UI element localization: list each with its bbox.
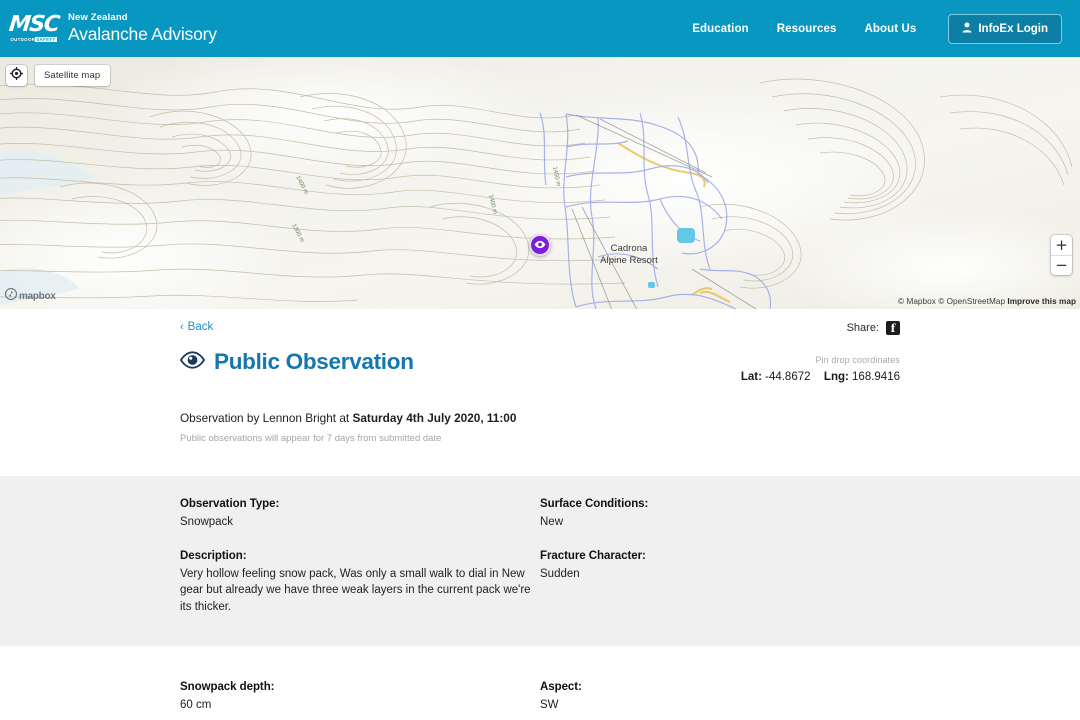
field-label: Description: — [180, 549, 247, 562]
grey-panel-left-column: Observation Type: Snowpack Description: … — [180, 498, 540, 616]
byline-prefix: Observation by Lennon Bright at — [180, 411, 353, 425]
white-panel-left-column: Snowpack depth: 60 cm Elevation: 1750 me… — [180, 681, 540, 720]
eye-icon — [179, 350, 206, 374]
page-title: Public Observation — [214, 349, 414, 374]
field-fracture-character: Fracture Character: Sudden — [540, 550, 900, 583]
map-zoom-controls: + − — [1051, 235, 1072, 275]
nav-item-education[interactable]: Education — [692, 23, 749, 35]
nav-item-resources[interactable]: Resources — [777, 23, 837, 35]
field-value: 60 cm — [180, 698, 212, 711]
byline-date: Saturday 4th July 2020, 11:00 — [352, 411, 517, 425]
pin-drop-coordinates: Pin drop coordinates Lat: -44.8672 Lng: … — [741, 349, 900, 383]
observation-byline: Observation by Lennon Bright at Saturday… — [180, 411, 900, 425]
share-block: Share: f — [847, 321, 900, 335]
improve-this-map-link[interactable]: Improve this map — [1007, 297, 1076, 306]
map-place-label-line2: Alpine Resort — [600, 254, 658, 266]
grey-panel-columns: Observation Type: Snowpack Description: … — [180, 498, 900, 616]
back-link[interactable]: ‹ Back — [180, 321, 213, 333]
byline-retention-note: Public observations will appear for 7 da… — [180, 433, 442, 444]
map-place-label-line1: Cadrona — [610, 243, 648, 254]
grey-panel-container: Observation Type: Snowpack Description: … — [0, 498, 1080, 616]
field-value: New — [540, 516, 564, 528]
zoom-in-button[interactable]: + — [1051, 235, 1072, 255]
infoex-login-button[interactable]: InfoEx Login — [948, 13, 1062, 44]
satellite-map-toggle[interactable]: Satellite map — [35, 65, 111, 86]
brand-logo[interactable]: MSC OUTDOORSAFETY New Zealand Avalanche … — [7, 9, 217, 49]
nav-item-about-us[interactable]: About Us — [864, 23, 916, 35]
longitude-label: Lng: — [823, 371, 849, 383]
msc-logo-sub-right: SAFETY — [35, 37, 57, 42]
mapbox-wordmark: mapbox — [19, 290, 56, 302]
map-viewport[interactable]: 1400 m 1300 m 1400 m 1450 m Satellite ma… — [0, 57, 1080, 309]
field-observation-type: Observation Type: Snowpack — [180, 498, 540, 531]
content-container-top: ‹ Back Share: f Public Observation Pin d… — [0, 309, 1080, 444]
field-label: Observation Type: — [180, 498, 280, 510]
person-icon — [962, 22, 972, 36]
white-panel-right-column: Aspect: SW Surface Conditions: New — [540, 681, 900, 720]
coordinates-values: Lat: -44.8672 Lng: 168.9416 — [741, 371, 900, 383]
map-place-label: Cadrona Alpine Resort — [594, 243, 664, 267]
field-label: Snowpack depth: — [180, 680, 275, 693]
field-value: Sudden — [540, 567, 580, 580]
facebook-icon[interactable]: f — [886, 321, 900, 335]
field-aspect: Aspect: SW — [540, 681, 900, 714]
grey-panel-right-column: Surface Conditions: New Fracture Charact… — [540, 498, 900, 616]
back-link-label: Back — [187, 321, 214, 333]
map-attribution: © Mapbox © OpenStreetMap Improve this ma… — [898, 297, 1076, 306]
coordinates-caption: Pin drop coordinates — [815, 355, 900, 365]
msc-logo-icon: MSC OUTDOORSAFETY — [7, 9, 60, 49]
map-attribution-text: © Mapbox © OpenStreetMap — [898, 297, 1006, 306]
field-snowpack-depth: Snowpack depth: 60 cm — [180, 681, 540, 714]
infoex-login-label: InfoEx Login — [978, 22, 1048, 35]
title-left-group: Public Observation — [179, 349, 414, 375]
field-value: Snowpack — [180, 516, 234, 528]
msc-logo-subtext: OUTDOORSAFETY — [10, 37, 57, 42]
latitude-value: -44.8672 — [765, 371, 811, 383]
title-row: Public Observation Pin drop coordinates … — [179, 349, 900, 383]
zoom-out-button[interactable]: − — [1051, 255, 1072, 275]
mapbox-circle-icon — [4, 287, 18, 305]
locate-me-button[interactable] — [6, 65, 27, 86]
field-label: Fracture Character: — [540, 549, 646, 562]
white-panel-container: Snowpack depth: 60 cm Elevation: 1750 me… — [0, 681, 1080, 720]
brand-title-block: New Zealand Avalanche Advisory — [68, 11, 217, 45]
field-surface-conditions: Surface Conditions: New — [540, 498, 900, 531]
observation-details-primary: Observation Type: Snowpack Description: … — [0, 476, 1080, 646]
brand-line-name: Avalanche Advisory — [68, 24, 217, 45]
mapbox-logo[interactable]: mapbox — [4, 287, 56, 305]
share-label: Share: — [846, 322, 879, 334]
field-label: Aspect: — [540, 680, 582, 693]
top-actions-row: ‹ Back Share: f — [180, 309, 900, 335]
field-label: Surface Conditions: — [540, 498, 649, 510]
latitude-label: Lat: — [740, 371, 762, 383]
field-description: Description: Very hollow feeling snow pa… — [180, 550, 540, 616]
longitude-value: 168.9416 — [852, 371, 900, 383]
msc-logo-sub-left: OUTDOOR — [10, 37, 36, 42]
observation-details-secondary: Snowpack depth: 60 cm Elevation: 1750 me… — [0, 645, 1080, 720]
site-header: MSC OUTDOORSAFETY New Zealand Avalanche … — [0, 0, 1080, 57]
map-terrain-canvas: 1400 m 1300 m 1400 m 1450 m — [0, 57, 1080, 309]
observation-map-marker[interactable] — [529, 234, 551, 256]
observation-detail-page: ‹ Back Share: f Public Observation Pin d… — [0, 309, 1080, 720]
main-navigation: Education Resources About Us InfoEx Logi… — [692, 13, 1062, 44]
crosshair-locate-icon — [10, 66, 23, 85]
eye-observation-marker-icon — [534, 236, 546, 254]
white-panel-columns: Snowpack depth: 60 cm Elevation: 1750 me… — [180, 681, 900, 720]
field-value: Very hollow feeling snow pack, Was only … — [180, 567, 531, 614]
msc-logo-text: MSC — [7, 12, 60, 37]
field-value: SW — [540, 698, 559, 711]
chevron-left-icon: ‹ — [180, 321, 184, 333]
brand-line-country: New Zealand — [68, 11, 128, 23]
